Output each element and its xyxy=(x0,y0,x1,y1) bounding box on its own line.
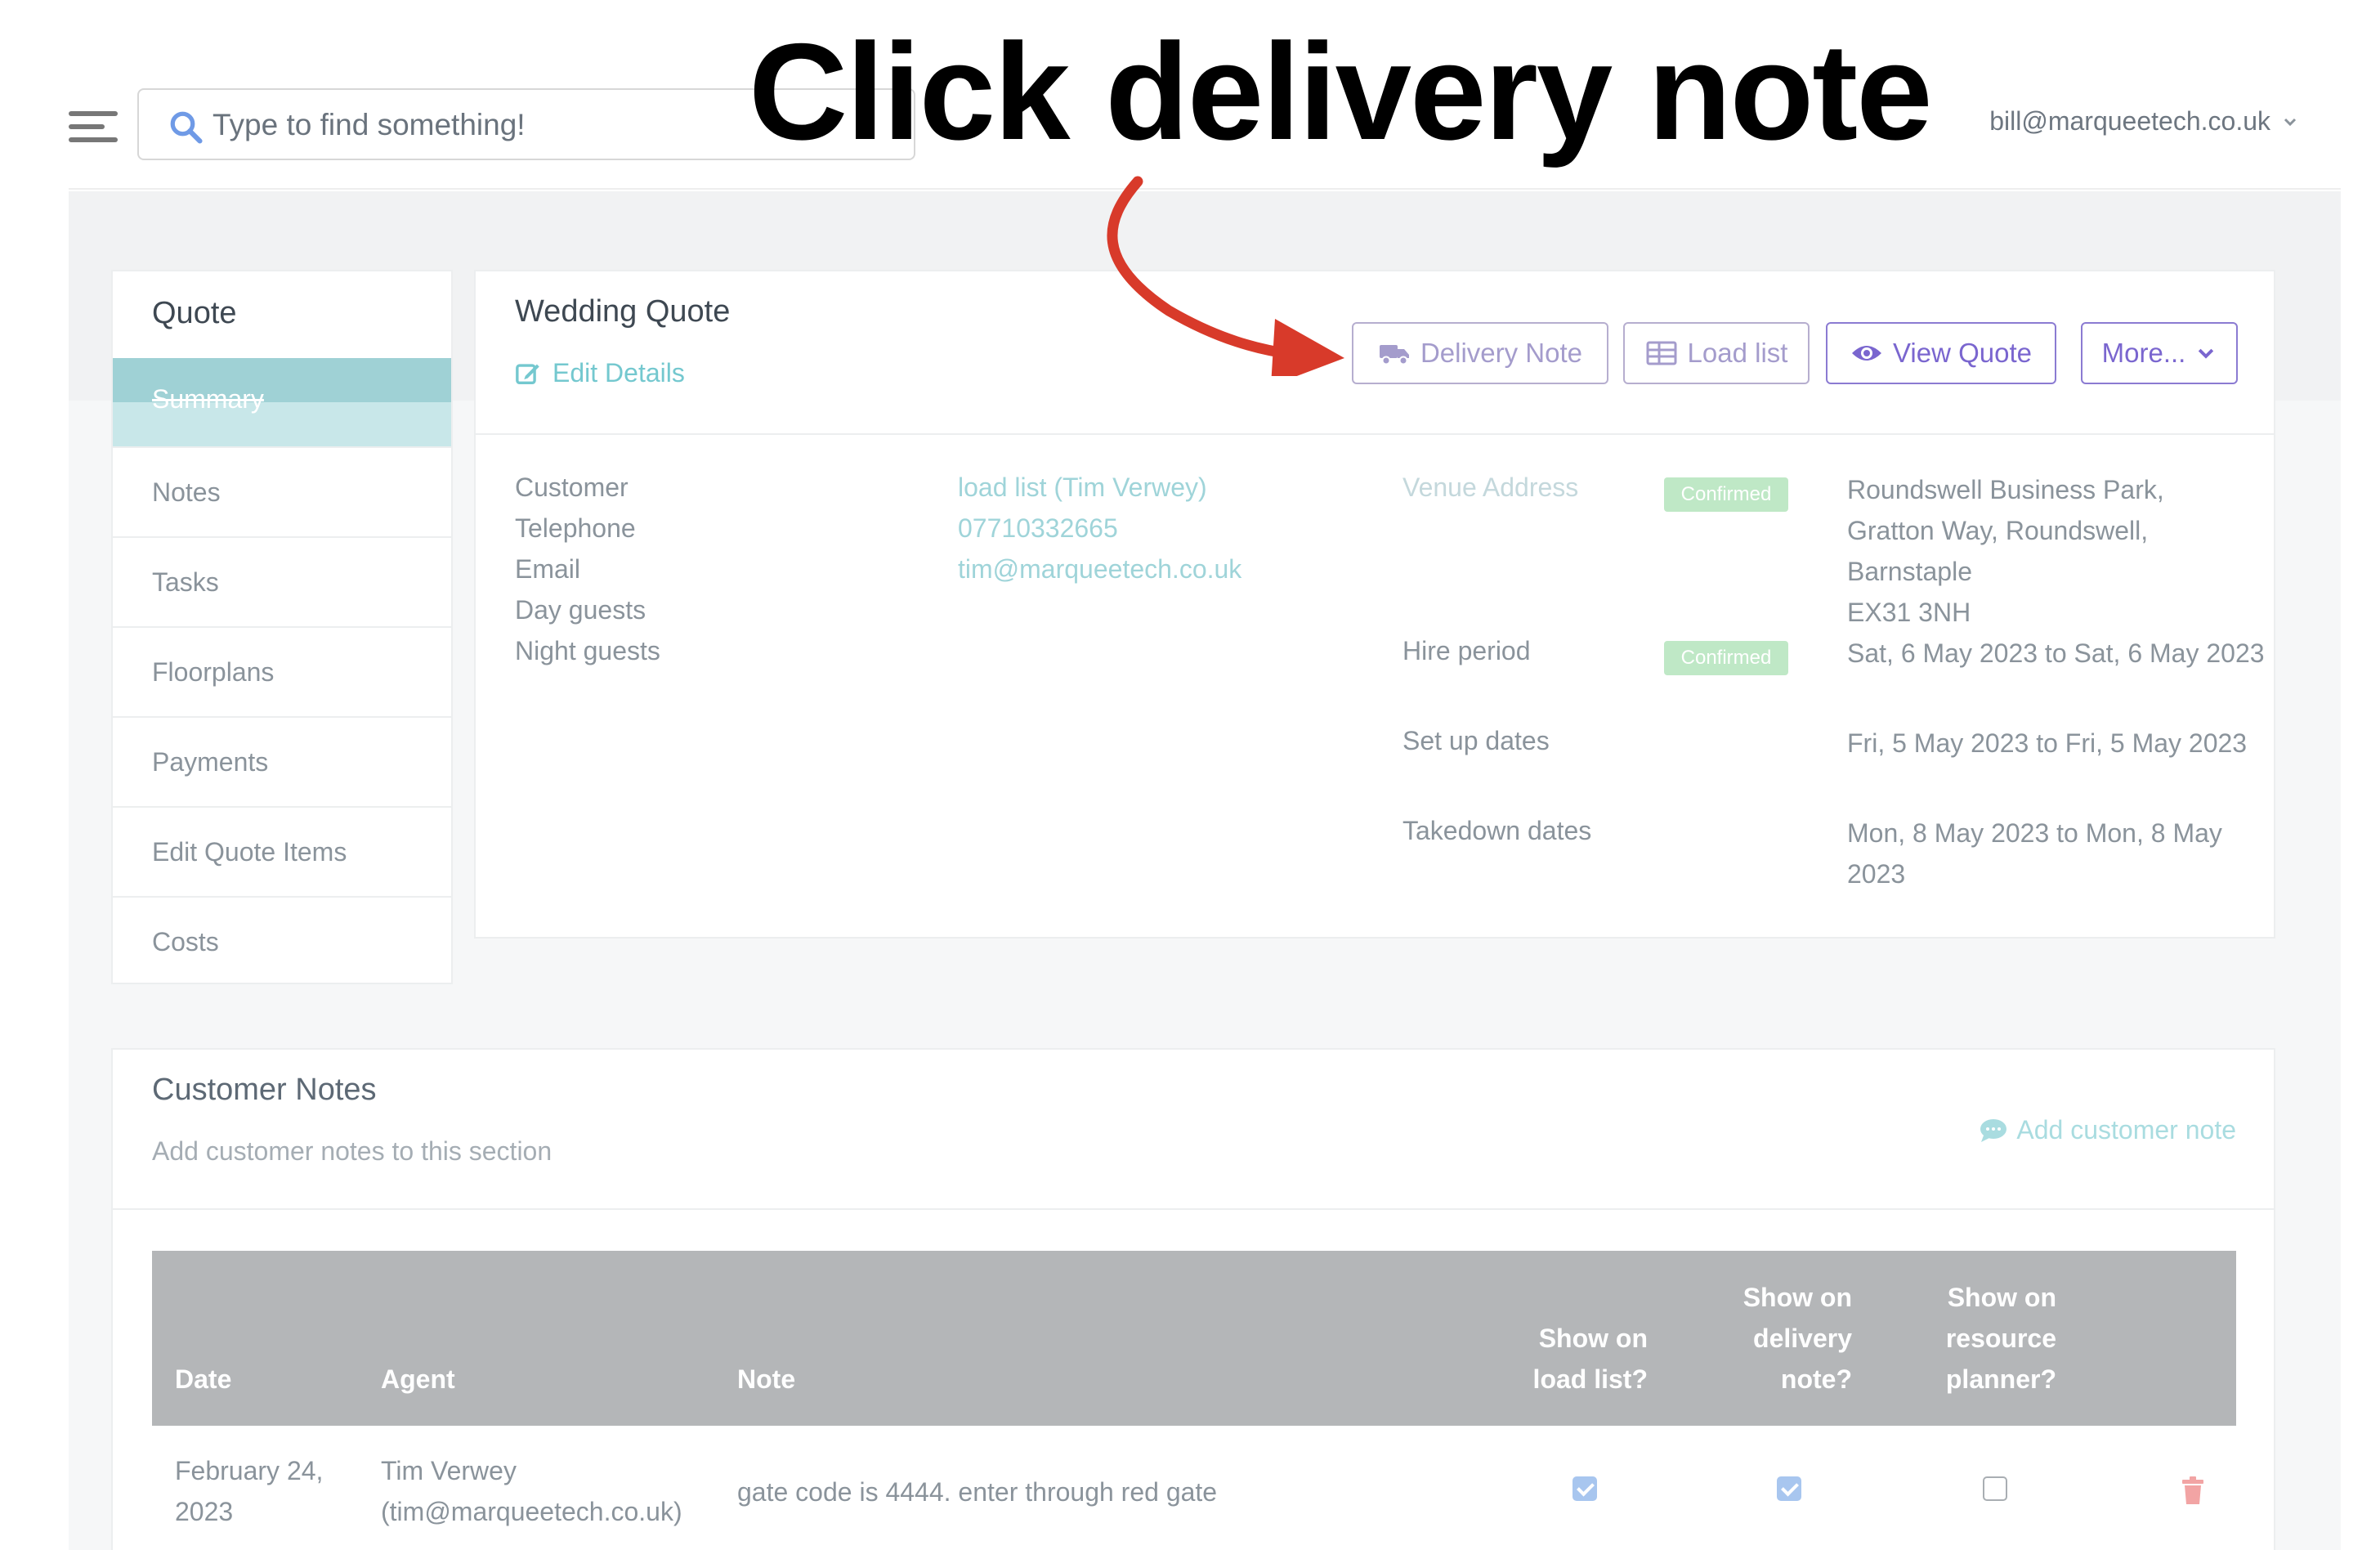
more-label: More... xyxy=(2101,338,2186,368)
sidebar-item-label: Tasks xyxy=(152,567,219,597)
trash-icon[interactable] xyxy=(2181,1476,2205,1506)
sidebar-item-label: Summary xyxy=(152,384,264,414)
takedown-dates-label: Takedown dates xyxy=(1402,816,1592,845)
day-guests-label: Day guests xyxy=(515,595,646,625)
column-header-load-list[interactable]: Show on load list? xyxy=(1484,1318,1648,1400)
column-header-resource-planner[interactable]: Show on resource planner? xyxy=(1893,1277,2056,1400)
load-list-checkbox[interactable] xyxy=(1572,1476,1597,1501)
delivery-note-checkbox[interactable] xyxy=(1777,1476,1801,1501)
user-email: bill@marqueetech.co.uk xyxy=(1989,106,2270,136)
quote-title: Wedding Quote xyxy=(515,294,731,329)
note-date: February 24, 2023 xyxy=(175,1456,324,1526)
edit-details-link[interactable]: Edit Details xyxy=(515,358,685,388)
truck-icon xyxy=(1379,345,1409,365)
search-icon xyxy=(170,111,203,144)
edit-details-label: Edit Details xyxy=(552,358,685,388)
notes-header: Customer Notes Add customer notes to thi… xyxy=(113,1050,2274,1210)
note-agent-email: (tim@marqueetech.co.uk) xyxy=(381,1497,682,1526)
column-header-date[interactable]: Date xyxy=(175,1359,231,1400)
night-guests-label: Night guests xyxy=(515,636,660,665)
venue-address-value: Roundswell Business Park, Gratton Way, R… xyxy=(1847,469,2272,633)
add-customer-note-link[interactable]: Add customer note xyxy=(1979,1115,2236,1145)
sidebar-item-summary[interactable]: Summary xyxy=(113,358,451,446)
view-quote-label: View Quote xyxy=(1893,338,2032,368)
user-menu[interactable]: bill@marqueetech.co.uk xyxy=(1989,106,2298,137)
sidebar-item-label: Edit Quote Items xyxy=(152,837,347,867)
sidebar-item-label: Payments xyxy=(152,747,269,777)
arrow-icon xyxy=(1107,176,1344,376)
sidebar-item-label: Costs xyxy=(152,927,219,956)
customer-notes-title: Customer Notes xyxy=(152,1073,377,1107)
delivery-note-button[interactable]: Delivery Note xyxy=(1352,322,1608,384)
customer-notes-card: Customer Notes Add customer notes to thi… xyxy=(111,1048,2275,1550)
notes-table-header: Date Agent Note Show on load list? Show … xyxy=(152,1251,2236,1426)
venue-line: Roundswell Business Park, xyxy=(1847,475,2164,504)
email-label: Email xyxy=(515,554,581,584)
sidebar-item-tasks[interactable]: Tasks xyxy=(113,536,451,625)
venue-address-label: Venue Address xyxy=(1402,473,1579,502)
sidebar-item-payments[interactable]: Payments xyxy=(113,716,451,804)
resource-planner-checkbox[interactable] xyxy=(1983,1476,2007,1501)
venue-line: Gratton Way, Roundswell, xyxy=(1847,516,2149,545)
add-customer-note-label: Add customer note xyxy=(2016,1115,2236,1145)
venue-line: EX31 3NH xyxy=(1847,598,1971,627)
sidebar-item-edit-quote-items[interactable]: Edit Quote Items xyxy=(113,806,451,894)
venue-status-badge: Confirmed xyxy=(1664,477,1788,512)
telephone-label: Telephone xyxy=(515,513,636,543)
email-link[interactable]: tim@marqueetech.co.uk xyxy=(958,554,1241,585)
load-list-label: Load list xyxy=(1687,338,1788,368)
sidebar-item-costs[interactable]: Costs xyxy=(113,896,451,984)
card-header: Wedding Quote Edit Details Delivery Note xyxy=(476,271,2274,435)
quote-sidebar: Quote Summary Notes Tasks Floorplans Pay… xyxy=(111,270,453,984)
venue-line: Barnstaple xyxy=(1847,557,1972,586)
quote-summary-card: Wedding Quote Edit Details Delivery Note xyxy=(474,270,2275,939)
menu-icon[interactable] xyxy=(69,105,118,146)
customer-label: Customer xyxy=(515,473,629,502)
more-dropdown-button[interactable]: More... xyxy=(2081,322,2238,384)
hire-period-label: Hire period xyxy=(1402,636,1531,665)
sidebar-item-label: Notes xyxy=(152,477,221,507)
sidebar-title: Quote xyxy=(152,296,237,330)
note-agent-name: Tim Verwey xyxy=(381,1456,517,1485)
takedown-dates-value: Mon, 8 May 2023 to Mon, 8 May 2023 xyxy=(1847,818,2222,889)
delivery-note-label: Delivery Note xyxy=(1420,338,1583,368)
sidebar-item-notes[interactable]: Notes xyxy=(113,446,451,535)
setup-dates-label: Set up dates xyxy=(1402,726,1550,755)
customer-link[interactable]: load list (Tim Verwey) xyxy=(958,473,1207,503)
comment-icon xyxy=(1980,1118,2007,1142)
column-header-note[interactable]: Note xyxy=(737,1359,795,1400)
instruction-annotation: Click delivery note xyxy=(749,15,1933,168)
edit-icon xyxy=(516,363,539,384)
note-text: gate code is 4444. enter through red gat… xyxy=(737,1477,1218,1507)
hire-period-value: Sat, 6 May 2023 to Sat, 6 May 2023 xyxy=(1847,638,2265,668)
eye-icon xyxy=(1852,346,1881,361)
telephone-link[interactable]: 07710332665 xyxy=(958,513,1118,544)
view-quote-button[interactable]: View Quote xyxy=(1826,322,2056,384)
chevron-down-icon xyxy=(2284,118,2297,126)
load-list-button[interactable]: Load list xyxy=(1623,322,1810,384)
customer-notes-subtitle: Add customer notes to this section xyxy=(152,1136,552,1166)
column-header-delivery-note[interactable]: Show on delivery note? xyxy=(1697,1277,1852,1400)
sidebar-item-label: Floorplans xyxy=(152,657,275,687)
column-header-agent[interactable]: Agent xyxy=(381,1359,455,1400)
hire-status-badge: Confirmed xyxy=(1664,641,1788,675)
table-icon xyxy=(1646,341,1677,365)
sidebar-item-floorplans[interactable]: Floorplans xyxy=(113,626,451,715)
setup-dates-value: Fri, 5 May 2023 to Fri, 5 May 2023 xyxy=(1847,728,2248,758)
chevron-down-icon xyxy=(2199,348,2214,359)
